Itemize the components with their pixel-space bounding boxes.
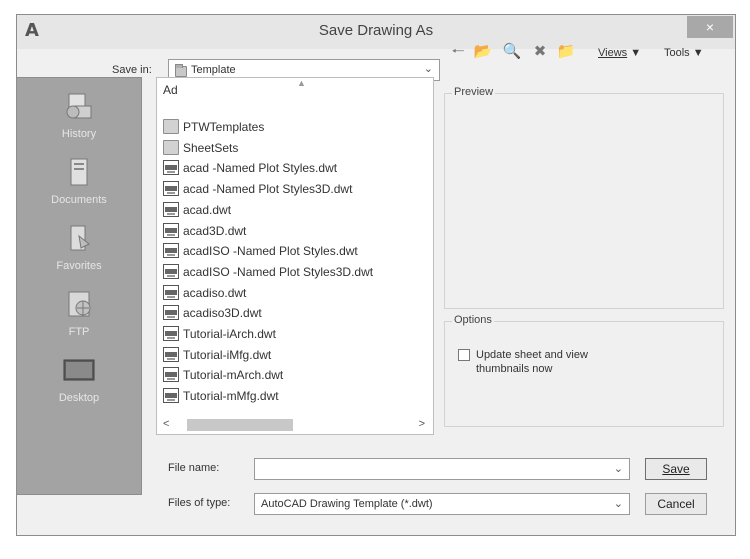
place-label: Documents [51, 194, 107, 206]
file-type-dropdown[interactable]: AutoCAD Drawing Template (*.dwt) ⌄ [254, 493, 630, 515]
dwt-file-icon [163, 305, 179, 321]
dwt-file-icon [163, 181, 179, 197]
file-name: acad -Named Plot Styles3D.dwt [183, 182, 353, 197]
favorites-icon [70, 225, 90, 251]
chevron-down-icon: ⌄ [613, 498, 623, 510]
file-list-item[interactable]: Tutorial-iArch.dwt [163, 324, 431, 344]
dialog-title: Save Drawing As [318, 22, 434, 39]
scroll-left-icon[interactable]: < [163, 418, 169, 430]
file-name: SheetSets [183, 140, 239, 155]
dwt-file-icon [163, 160, 179, 176]
new-folder-icon[interactable]: 📁 [556, 43, 576, 61]
ftp-icon [68, 291, 91, 317]
back-arrow-icon[interactable]: 🠐 [448, 43, 468, 61]
file-name: acadISO -Named Plot Styles3D.dwt [183, 264, 374, 279]
file-list-item[interactable]: PTWTemplates [163, 117, 431, 137]
folder-icon [175, 64, 187, 77]
file-name: Tutorial-mMfg.dwt [183, 389, 279, 404]
scroll-right-icon[interactable]: > [419, 418, 425, 430]
scroll-thumb[interactable] [187, 419, 293, 431]
file-name: Tutorial-iMfg.dwt [183, 347, 272, 362]
dwt-file-icon [163, 388, 179, 404]
place-label: History [61, 128, 97, 140]
file-name: acad3D.dwt [183, 223, 247, 238]
file-name: Tutorial-iArch.dwt [183, 327, 276, 341]
file-name: acadiso.dwt [183, 285, 247, 300]
file-name-text[interactable] [257, 460, 597, 478]
preview-label: Preview [452, 86, 496, 98]
save-button[interactable]: Save [645, 458, 707, 480]
options-label: Options [452, 314, 494, 326]
file-list-item[interactable]: acad -Named Plot Styles.dwt [163, 158, 431, 178]
place-history[interactable]: History [17, 92, 141, 152]
place-documents[interactable]: Documents [17, 158, 141, 218]
place-label: Favorites [56, 260, 102, 272]
title-bar: A Save Drawing As × [17, 15, 735, 49]
file-list-item[interactable]: Tutorial-mMfg.dwt [163, 386, 431, 406]
update-thumbnails-checkbox[interactable] [458, 349, 470, 361]
dwt-file-icon [163, 201, 179, 217]
file-name: acad.dwt [183, 202, 232, 217]
history-icon [66, 93, 92, 119]
file-list-item[interactable]: SheetSets [163, 138, 431, 158]
file-name: acadISO -Named Plot Styles.dwt [183, 244, 358, 259]
file-list-item[interactable]: acadiso.dwt [163, 283, 431, 303]
search-web-icon[interactable]: 🔍 [502, 43, 522, 61]
column-header-name[interactable]: Ad [163, 83, 178, 97]
file-list-item[interactable]: acadiso3D.dwt [163, 303, 431, 323]
file-list-item[interactable]: acadISO -Named Plot Styles3D.dwt [163, 262, 431, 282]
save-in-label: Save in: [112, 64, 152, 76]
dwt-file-icon [163, 367, 179, 383]
dwt-file-icon [163, 326, 179, 341]
dwt-file-icon [163, 243, 179, 259]
file-list-item[interactable]: acadISO -Named Plot Styles.dwt [163, 241, 431, 261]
file-list-item[interactable]: acad -Named Plot Styles3D.dwt [163, 179, 431, 199]
folder-icon [163, 119, 179, 134]
file-name: PTWTemplates [183, 120, 265, 134]
file-name: acad -Named Plot Styles.dwt [183, 161, 338, 176]
file-name-input[interactable]: ⌄ [254, 458, 630, 480]
file-type-value: AutoCAD Drawing Template (*.dwt) [261, 498, 433, 510]
desktop-icon [63, 359, 95, 381]
chevron-down-icon: ⌄ [423, 63, 433, 75]
update-thumbnails-label: Update sheet and view thumbnails now [476, 349, 588, 375]
file-list: Ad ▲ PTWTemplates SheetSets acad -Named Pl… [156, 77, 434, 435]
place-label: Desktop [58, 392, 100, 404]
chevron-down-icon[interactable]: ⌄ [614, 462, 623, 475]
place-label: FTP [68, 326, 90, 338]
file-name: Tutorial-mArch.dwt [183, 368, 284, 383]
places-bar: History Documents Favorites FTP Desktop [16, 77, 142, 495]
save-in-value: Template [191, 64, 236, 76]
dwt-file-icon [163, 284, 179, 300]
file-list-item[interactable]: Tutorial-mArch.dwt [163, 365, 431, 385]
file-name: acadiso3D.dwt [183, 306, 262, 321]
place-ftp[interactable]: FTP [17, 290, 141, 350]
file-list-item[interactable]: Tutorial-iMfg.dwt [163, 345, 431, 365]
sort-arrow-icon: ▲ [297, 78, 306, 88]
file-type-label: Files of type: [168, 497, 231, 509]
close-button[interactable]: × [687, 16, 733, 38]
tools-menu[interactable]: Tools ▼ [664, 47, 704, 59]
preview-group [444, 93, 724, 309]
file-list-item[interactable]: acad.dwt [163, 200, 431, 220]
dwt-file-icon [163, 222, 179, 238]
cancel-button[interactable]: Cancel [645, 493, 707, 515]
folder-icon [163, 139, 179, 155]
place-favorites[interactable]: Favorites [17, 224, 141, 284]
horizontal-scrollbar[interactable]: < > [157, 416, 433, 434]
file-list-item[interactable]: acad3D.dwt [163, 221, 431, 241]
delete-icon[interactable]: ✖ [530, 43, 550, 61]
up-folder-icon[interactable]: 📂 [473, 43, 493, 61]
file-name-label: File name: [168, 462, 220, 474]
views-menu[interactable]: Views ▼ [598, 47, 641, 59]
documents-icon [70, 158, 88, 186]
dwt-file-icon [163, 263, 179, 279]
place-desktop[interactable]: Desktop [17, 356, 141, 416]
dwt-file-icon [163, 346, 179, 362]
